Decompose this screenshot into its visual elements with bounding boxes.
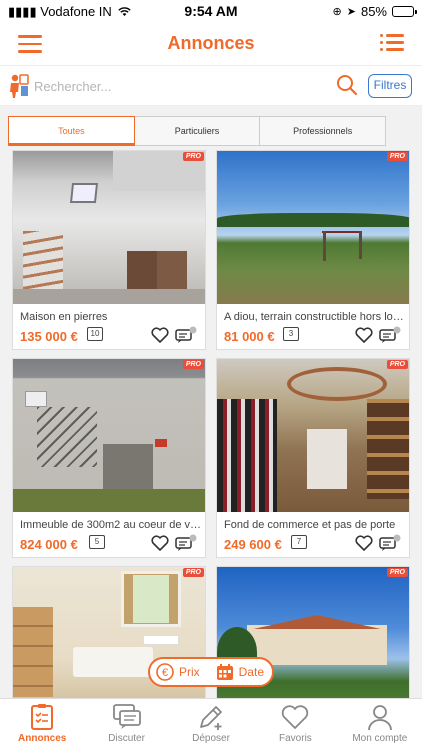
nav-mon-compte[interactable]: Mon compte xyxy=(338,699,422,750)
sort-by-date-button[interactable]: Date xyxy=(216,663,264,681)
list-view-icon[interactable] xyxy=(380,34,404,54)
sort-bar: € Prix Date xyxy=(148,657,274,687)
pro-badge: PRO xyxy=(182,152,204,161)
listing-card[interactable]: PRO Immeuble de 300m2 au coeur de ville … xyxy=(12,358,206,558)
nav-deposer-label: Déposer xyxy=(192,733,230,744)
page-title: Annonces xyxy=(167,33,255,53)
favorite-heart-icon[interactable] xyxy=(151,535,169,551)
location-arrow-icon: ➤ xyxy=(346,6,356,18)
photo-count-icon: 10 xyxy=(87,327,103,341)
pro-badge: PRO xyxy=(386,568,408,577)
nav-favoris[interactable]: Favoris xyxy=(253,699,337,750)
listing-title: A diou, terrain constructible hors lotis… xyxy=(224,311,406,323)
pro-badge: PRO xyxy=(182,568,204,577)
chat-icon[interactable] xyxy=(175,326,197,344)
sort-date-label: Date xyxy=(238,665,264,679)
chat-icon[interactable] xyxy=(379,326,401,344)
pro-badge: PRO xyxy=(386,360,408,369)
euro-icon: € xyxy=(156,663,174,681)
calendar-icon xyxy=(216,664,233,680)
nav-annonces[interactable]: Annonces xyxy=(0,699,84,750)
nav-deposer[interactable]: Déposer xyxy=(169,699,253,750)
battery-icon xyxy=(392,6,417,17)
sort-price-label: Prix xyxy=(179,665,200,679)
listing-price: 249 600 € xyxy=(224,537,282,552)
photo-count-icon: 7 xyxy=(291,535,307,549)
orientation-lock-icon: ⊕ xyxy=(332,6,342,18)
listing-photo[interactable]: PRO xyxy=(13,151,205,304)
pro-badge: PRO xyxy=(386,152,408,161)
nav-annonces-label: Annonces xyxy=(18,733,67,744)
listing-photo[interactable]: PRO xyxy=(217,359,409,512)
listing-price: 135 000 € xyxy=(20,329,78,344)
nav-discuter-label: Discuter xyxy=(108,733,145,744)
filters-button[interactable]: Filtres xyxy=(368,74,412,98)
tab-toutes[interactable]: Toutes xyxy=(8,116,135,146)
photo-count-icon: 3 xyxy=(283,327,299,341)
favorite-heart-icon[interactable] xyxy=(151,327,169,343)
nav-favoris-label: Favoris xyxy=(279,733,312,744)
listing-card[interactable]: PRO Fond de commerce et pas de porte 249… xyxy=(216,358,410,558)
chat-icon[interactable] xyxy=(175,534,197,552)
status-bar: ▮▮▮▮ Vodafone IN 9:54 AM ⊕ ➤ 85% xyxy=(0,0,422,22)
listing-title: Fond de commerce et pas de porte xyxy=(224,519,396,531)
listing-title: Immeuble de 300m2 au coeur de ville xyxy=(20,519,202,531)
search-bar: Filtres xyxy=(0,66,422,106)
favorite-heart-icon[interactable] xyxy=(355,327,373,343)
listing-title: Maison en pierres xyxy=(20,311,108,323)
tab-particuliers[interactable]: Particuliers xyxy=(134,116,261,146)
seller-type-tabs: Toutes Particuliers Professionnels xyxy=(8,116,387,146)
app-header: Annonces xyxy=(0,22,422,66)
nav-discuter[interactable]: Discuter xyxy=(84,699,168,750)
nav-mon-compte-label: Mon compte xyxy=(352,733,408,744)
user-icon xyxy=(367,705,392,731)
favorite-heart-icon[interactable] xyxy=(355,535,373,551)
search-input[interactable] xyxy=(34,74,324,98)
pro-badge: PRO xyxy=(182,360,204,369)
app-logo-icon xyxy=(10,74,29,98)
pencil-plus-icon xyxy=(200,706,222,730)
heart-icon xyxy=(282,705,309,729)
status-right: ⊕ ➤ 85% xyxy=(332,4,417,19)
bottom-tab-bar: Annonces Discuter Déposer Favoris Mon co… xyxy=(0,698,422,750)
listing-card[interactable]: PRO A diou, terrain constructible hors l… xyxy=(216,150,410,350)
svg-text:€: € xyxy=(162,667,168,679)
chat-bubbles-icon xyxy=(112,704,141,729)
chat-icon[interactable] xyxy=(379,534,401,552)
photo-count-icon: 5 xyxy=(89,535,105,549)
sort-by-price-button[interactable]: € Prix xyxy=(156,663,200,681)
clipboard-list-icon xyxy=(31,704,54,730)
search-icon[interactable] xyxy=(336,74,358,96)
listing-price: 824 000 € xyxy=(20,537,78,552)
battery-percent: 85% xyxy=(360,4,387,19)
listing-price: 81 000 € xyxy=(224,329,275,344)
listing-card[interactable]: PRO Maison en pierres 135 000 € 10 xyxy=(12,150,206,350)
listing-photo[interactable]: PRO xyxy=(13,359,205,512)
tab-professionnels[interactable]: Professionnels xyxy=(260,116,387,146)
listing-photo[interactable]: PRO xyxy=(217,151,409,304)
